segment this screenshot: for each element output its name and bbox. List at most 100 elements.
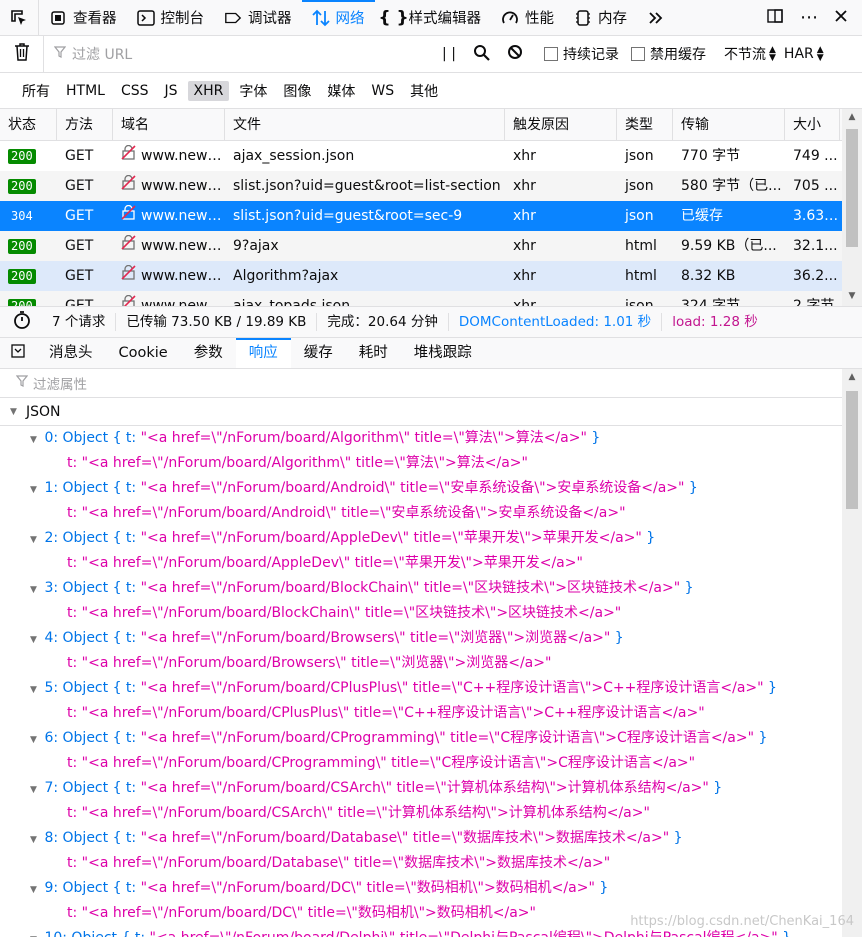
table-row[interactable]: 200 GET www.news... 9?ajax xhr html 9.59 KB（已.… (0, 231, 862, 261)
type-filter-button[interactable]: WS (365, 81, 400, 101)
detail-tab[interactable]: 参数 (181, 338, 236, 368)
scroll-up-icon[interactable]: ▲ (842, 109, 862, 125)
expand-triangle-icon[interactable]: ▼ (30, 428, 40, 453)
toggle-panel-button[interactable] (0, 338, 36, 368)
scrollbar-thumb[interactable] (846, 391, 858, 509)
json-object-row[interactable]: ▼ 4: Object { t: "<a href=\"/nForum/boar… (0, 626, 842, 651)
column-header[interactable]: 文件 (225, 109, 505, 141)
expand-triangle-icon[interactable]: ▼ (30, 478, 40, 503)
expand-triangle-icon[interactable]: ▼ (30, 828, 40, 853)
json-object-row[interactable]: ▼ 5: Object { t: "<a href=\"/nForum/boar… (0, 676, 842, 701)
detail-tab[interactable]: 响应 (235, 338, 291, 368)
expand-triangle-icon[interactable]: ▼ (30, 678, 40, 703)
table-row[interactable]: 304 GET www.news... slist.json?uid=guest&ro… (0, 201, 862, 231)
json-root-row[interactable]: ▼ JSON (0, 398, 842, 426)
throttle-select[interactable]: 不节流 ▲ ▼ (724, 44, 776, 64)
json-object-row[interactable]: ▼ 1: Object { t: "<a href=\"/nForum/boar… (0, 476, 842, 501)
stopwatch-icon[interactable] (0, 310, 42, 334)
column-header[interactable]: 方法 (57, 109, 113, 141)
cell-method: GET (65, 238, 94, 254)
type-filter-button[interactable]: HTML (60, 81, 111, 101)
json-object-row[interactable]: ▼ 0: Object { t: "<a href=\"/nForum/boar… (0, 426, 842, 451)
json-object-row[interactable]: ▼ 9: Object { t: "<a href=\"/nForum/boar… (0, 876, 842, 901)
expand-triangle-icon[interactable]: ▼ (30, 528, 40, 553)
column-header[interactable]: 大小 (785, 109, 840, 141)
scroll-down-icon[interactable]: ▼ (842, 288, 862, 304)
url-filter-input[interactable]: 过滤 URL (44, 44, 434, 64)
json-property-row[interactable]: t: "<a href=\"/nForum/board/CProgramming… (0, 751, 842, 776)
type-filter-button[interactable]: 所有 (16, 79, 56, 103)
json-object-row[interactable]: ▼ 7: Object { t: "<a href=\"/nForum/boar… (0, 776, 842, 801)
persist-logs-checkbox[interactable]: 持续记录 (544, 44, 619, 64)
column-header[interactable]: 触发原因 (505, 109, 617, 141)
dock-icon[interactable] (766, 7, 784, 29)
har-menu[interactable]: HAR ▲ ▼ (784, 46, 824, 63)
type-filter-button[interactable]: 媒体 (321, 79, 361, 103)
detail-tab[interactable]: 消息头 (36, 338, 106, 368)
network-filter-bar: 过滤 URL | | 持续记录 禁用缓存 不节流 ▲ ▼ HAR ▲ ▼ (0, 36, 862, 73)
tab-network[interactable]: 网络 (301, 0, 375, 35)
json-object-row[interactable]: ▼ 6: Object { t: "<a href=\"/nForum/boar… (0, 726, 842, 751)
json-object-row[interactable]: ▼ 8: Object { t: "<a href=\"/nForum/boar… (0, 826, 842, 851)
json-property-row[interactable]: t: "<a href=\"/nForum/board/BlockChain\"… (0, 601, 842, 626)
element-picker-button[interactable] (0, 0, 39, 35)
table-row[interactable]: 200 GET www.news... slist.json?uid=guest&ro… (0, 171, 862, 201)
property-filter-input[interactable]: 过滤属性 (0, 369, 842, 398)
expand-triangle-icon[interactable]: ▼ (30, 878, 40, 903)
json-property-row[interactable]: t: "<a href=\"/nForum/board/CSArch\" tit… (0, 801, 842, 826)
clear-button[interactable] (0, 36, 44, 72)
table-row[interactable]: 200 GET www.news... Algorithm?ajax xhr html 8.… (0, 261, 862, 291)
checkbox-icon (631, 47, 645, 61)
json-property-row[interactable]: t: "<a href=\"/nForum/board/Database\" t… (0, 851, 842, 876)
more-options-icon[interactable]: ⋯ (800, 8, 818, 27)
type-filter-button[interactable]: 图像 (277, 79, 317, 103)
json-property-row[interactable]: t: "<a href=\"/nForum/board/Android\" ti… (0, 501, 842, 526)
json-property-row[interactable]: t: "<a href=\"/nForum/board/AppleDev\" t… (0, 551, 842, 576)
type-filter-button[interactable]: XHR (187, 80, 230, 101)
scroll-up-icon[interactable]: ▲ (842, 369, 862, 385)
type-filter-button[interactable]: 字体 (233, 79, 273, 103)
search-icon (473, 44, 490, 65)
expand-triangle-icon[interactable]: ▼ (10, 407, 20, 417)
column-header[interactable]: 状态 (0, 109, 57, 141)
json-object-row[interactable]: ▼ 3: Object { t: "<a href=\"/nForum/boar… (0, 576, 842, 601)
tab-style-editor[interactable]: { } 样式编辑器 (375, 0, 492, 35)
column-header[interactable]: 域名 (113, 109, 225, 141)
more-tools-button[interactable] (637, 0, 675, 35)
detail-tab[interactable]: 耗时 (346, 338, 401, 368)
json-close-brace: } (594, 880, 609, 896)
requests-scrollbar[interactable]: ▲ ▼ (842, 109, 862, 306)
tab-performance[interactable]: 性能 (491, 0, 564, 35)
type-filter-button[interactable]: CSS (115, 81, 155, 101)
disable-cache-checkbox[interactable]: 禁用缓存 (631, 44, 706, 64)
json-scrollbar[interactable]: ▲ (842, 369, 862, 937)
expand-triangle-icon[interactable]: ▼ (30, 928, 40, 937)
json-property-row[interactable]: t: "<a href=\"/nForum/board/CPlusPlus\" … (0, 701, 842, 726)
json-index: 9: Object { t: (44, 880, 141, 896)
scrollbar-thumb[interactable] (846, 129, 858, 247)
search-button[interactable] (464, 44, 498, 65)
table-row[interactable]: 200 GET www.news... ajax_session.json xhr jso… (0, 141, 862, 171)
expand-triangle-icon[interactable]: ▼ (30, 778, 40, 803)
close-icon[interactable] (834, 9, 848, 27)
json-prop-key: t: (67, 705, 82, 721)
column-header[interactable]: 传输 (673, 109, 785, 141)
json-property-row[interactable]: t: "<a href=\"/nForum/board/Algorithm\" … (0, 451, 842, 476)
expand-triangle-icon[interactable]: ▼ (30, 578, 40, 603)
json-property-row[interactable]: t: "<a href=\"/nForum/board/Browsers\" t… (0, 651, 842, 676)
expand-triangle-icon[interactable]: ▼ (30, 628, 40, 653)
block-button[interactable] (498, 44, 532, 64)
detail-tab[interactable]: Cookie (106, 338, 181, 368)
table-row[interactable]: 200 GET www.news... ajax_topads.json xhr json… (0, 291, 862, 306)
type-filter-button[interactable]: 其他 (404, 79, 444, 103)
tab-console[interactable]: 控制台 (127, 0, 215, 35)
type-filter-button[interactable]: JS (159, 81, 184, 101)
tab-inspector[interactable]: 查看器 (39, 0, 127, 35)
expand-triangle-icon[interactable]: ▼ (30, 728, 40, 753)
tab-debugger[interactable]: 调试器 (214, 0, 302, 35)
detail-tab[interactable]: 堆栈跟踪 (401, 338, 485, 368)
tab-memory[interactable]: 内存 (564, 0, 637, 35)
json-object-row[interactable]: ▼ 2: Object { t: "<a href=\"/nForum/boar… (0, 526, 842, 551)
detail-tab[interactable]: 缓存 (291, 338, 346, 368)
column-header[interactable]: 类型 (617, 109, 673, 141)
